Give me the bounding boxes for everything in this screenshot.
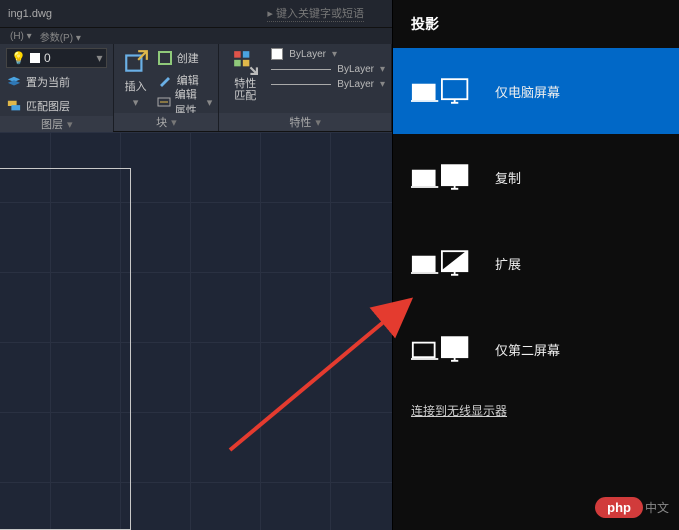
- pc-only-icon: [411, 74, 471, 108]
- connect-wireless-display-link[interactable]: 连接到无线显示器: [393, 402, 679, 419]
- chevron-down-icon: ▾: [380, 79, 385, 90]
- create-block-button[interactable]: 创建: [157, 48, 213, 68]
- project-panel: 投影 仅电脑屏幕 复制: [392, 0, 679, 530]
- insert-block-button[interactable]: 插入 ▾: [120, 48, 150, 109]
- cad-window: ing1.dwg 键入关键字或短语 (H) 参数(P) 💡 0 置为当前: [0, 0, 392, 530]
- drawing-canvas[interactable]: [0, 132, 392, 530]
- match-layer-label: 匹配图层: [26, 98, 70, 114]
- ribbon: 💡 0 置为当前 匹配图层 图层: [0, 44, 392, 132]
- chevron-down-icon: ▾: [207, 96, 213, 109]
- match-properties-icon: [231, 48, 259, 76]
- panel-layers: 💡 0 置为当前 匹配图层 图层: [0, 44, 114, 131]
- current-layer-dropdown[interactable]: 💡 0: [6, 48, 107, 68]
- chevron-down-icon: ▾: [332, 49, 337, 60]
- layer-name: 0: [44, 51, 51, 65]
- chevron-down-icon: ▾: [133, 96, 139, 109]
- lightbulb-icon: 💡: [11, 51, 26, 65]
- watermark-text: 中文: [645, 499, 669, 516]
- project-panel-title: 投影: [393, 0, 679, 48]
- project-option-second-only[interactable]: 仅第二屏幕: [393, 306, 679, 392]
- insert-label: 插入: [125, 78, 147, 94]
- edit-icon: [157, 72, 173, 88]
- match-layer-icon: [6, 98, 22, 114]
- linetype-dropdown[interactable]: ByLayer ▾: [271, 79, 385, 90]
- layer-color-swatch: [30, 53, 40, 63]
- create-label: 创建: [177, 50, 199, 66]
- match-properties-button[interactable]: 特性 匹配: [225, 48, 265, 102]
- extend-icon: [411, 246, 471, 280]
- lineweight-icon: [271, 69, 331, 70]
- edit-attrib-icon: [157, 94, 171, 110]
- color-value: ByLayer: [289, 49, 326, 60]
- panel-layers-footer[interactable]: 图层: [0, 116, 113, 132]
- chevron-down-icon: ▾: [380, 64, 385, 75]
- lineweight-dropdown[interactable]: ByLayer ▾: [271, 64, 385, 75]
- second-only-icon: [411, 332, 471, 366]
- panel-properties-footer[interactable]: 特性: [219, 113, 391, 131]
- project-option-label: 扩展: [495, 254, 521, 273]
- cad-titlebar: ing1.dwg 键入关键字或短语: [0, 0, 392, 28]
- create-icon: [157, 50, 173, 66]
- ribbon-tab-h[interactable]: (H): [10, 31, 32, 42]
- panel-properties: 特性 匹配 ByLayer ▾ ByLayer ▾ By: [219, 44, 392, 131]
- set-current-layer-button[interactable]: 置为当前: [6, 72, 107, 92]
- match-layer-button[interactable]: 匹配图层: [6, 96, 107, 116]
- project-option-extend[interactable]: 扩展: [393, 220, 679, 306]
- project-option-label: 复制: [495, 168, 521, 187]
- panel-blocks-footer[interactable]: 块: [114, 113, 218, 131]
- color-dropdown[interactable]: ByLayer ▾: [271, 48, 385, 60]
- project-option-duplicate[interactable]: 复制: [393, 134, 679, 220]
- match-props-label: 特性 匹配: [234, 78, 256, 102]
- project-option-label: 仅电脑屏幕: [495, 82, 560, 101]
- document-title: ing1.dwg: [8, 8, 52, 20]
- lineweight-value: ByLayer: [337, 64, 374, 75]
- insert-icon: [122, 48, 150, 76]
- project-option-pc-only[interactable]: 仅电脑屏幕: [393, 48, 679, 134]
- layers-icon: [6, 74, 22, 90]
- ribbon-tab-params[interactable]: 参数(P): [40, 29, 81, 44]
- watermark: php 中文: [595, 497, 669, 518]
- ribbon-tab-row: (H) 参数(P): [0, 28, 392, 44]
- set-current-label: 置为当前: [26, 74, 70, 90]
- duplicate-icon: [411, 160, 471, 194]
- edit-attrib-button[interactable]: 编辑属性 ▾: [157, 92, 213, 112]
- project-option-label: 仅第二屏幕: [495, 340, 560, 359]
- ribbon-search-input[interactable]: 键入关键字或短语: [267, 5, 364, 22]
- linetype-value: ByLayer: [337, 79, 374, 90]
- panel-blocks: 插入 ▾ 创建 编辑: [114, 44, 219, 131]
- linetype-icon: [271, 84, 331, 85]
- watermark-brand: php: [595, 497, 643, 518]
- color-swatch-icon: [271, 48, 283, 60]
